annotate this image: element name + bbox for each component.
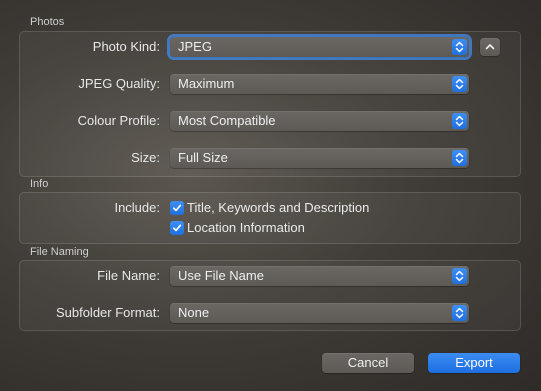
up-down-chevron-icon	[452, 150, 467, 166]
location-info-checkbox[interactable]	[170, 221, 184, 235]
size-popup[interactable]: Full Size	[170, 148, 469, 168]
colour-profile-popup[interactable]: Most Compatible	[170, 111, 469, 131]
file-naming-section-title: File Naming	[30, 246, 89, 258]
jpeg-quality-label: JPEG Quality:	[78, 76, 160, 91]
subfolder-format-value: None	[178, 305, 210, 320]
photo-kind-label: Photo Kind:	[92, 39, 160, 54]
title-keywords-checkbox[interactable]	[170, 201, 184, 215]
info-section-title: Info	[30, 178, 49, 190]
photos-section-title: Photos	[30, 16, 65, 28]
jpeg-quality-popup[interactable]: Maximum	[170, 74, 469, 94]
location-info-checkbox-label: Location Information	[187, 220, 305, 235]
jpeg-quality-value: Maximum	[178, 76, 235, 91]
file-name-popup[interactable]: Use File Name	[170, 266, 469, 286]
colour-profile-value: Most Compatible	[178, 113, 276, 128]
up-down-chevron-icon	[452, 76, 467, 92]
photo-kind-value: JPEG	[178, 39, 212, 54]
size-value: Full Size	[178, 150, 228, 165]
file-name-label: File Name:	[97, 268, 160, 283]
subfolder-format-popup[interactable]: None	[170, 303, 469, 323]
export-button[interactable]: Export	[428, 353, 520, 373]
checkmark-icon	[172, 224, 182, 232]
subfolder-format-label: Subfolder Format:	[55, 305, 160, 320]
size-label: Size:	[131, 150, 160, 165]
up-down-chevron-icon	[452, 268, 467, 284]
disclosure-button[interactable]	[480, 38, 500, 56]
file-name-value: Use File Name	[178, 268, 264, 283]
colour-profile-label: Colour Profile:	[77, 113, 160, 128]
up-down-chevron-icon	[452, 39, 467, 55]
checkmark-icon	[172, 204, 182, 212]
up-down-chevron-icon	[452, 113, 467, 129]
up-down-chevron-icon	[452, 305, 467, 321]
cancel-button[interactable]: Cancel	[322, 353, 414, 373]
include-label: Include:	[114, 200, 160, 215]
title-keywords-checkbox-label: Title, Keywords and Description	[187, 200, 370, 215]
photo-kind-popup[interactable]: JPEG	[170, 37, 469, 57]
